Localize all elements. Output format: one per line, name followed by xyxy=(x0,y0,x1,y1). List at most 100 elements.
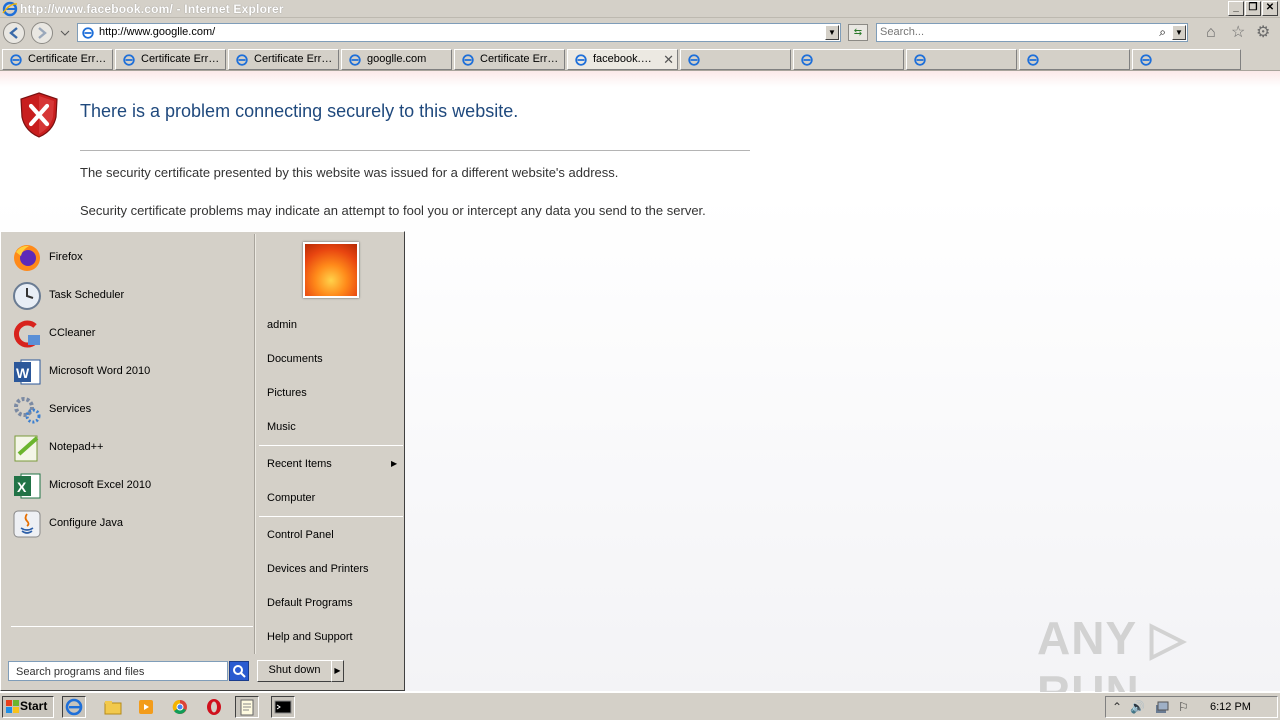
place-pictures[interactable]: Pictures xyxy=(267,387,307,399)
show-hidden-icons-icon[interactable]: ⌃ xyxy=(1112,700,1122,714)
tab-certificate-error-1[interactable]: Certificate Err… xyxy=(2,49,113,70)
opera-icon xyxy=(207,699,221,715)
network-icon[interactable] xyxy=(1154,700,1170,716)
ie-tab-icon xyxy=(914,54,926,66)
start-search-button[interactable] xyxy=(229,661,249,681)
place-user[interactable]: admin xyxy=(267,319,297,331)
program-configure-java[interactable]: Configure Java xyxy=(9,506,249,542)
tab-facebook[interactable]: facebook.… ✕ xyxy=(567,49,678,70)
ie-tab-icon xyxy=(462,54,474,66)
taskbar-media-player[interactable] xyxy=(134,696,158,718)
tab-label: Certificate Err… xyxy=(28,53,107,65)
taskbar-notepad[interactable] xyxy=(235,696,259,718)
minimize-button[interactable]: _ xyxy=(1228,1,1244,16)
page-title: There is a problem connecting securely t… xyxy=(80,101,519,121)
close-button[interactable]: ✕ xyxy=(1262,1,1278,16)
tab-blank-1[interactable] xyxy=(680,49,791,70)
address-input[interactable]: http://www.googlle.com/ ▼ xyxy=(77,23,841,42)
folder-icon xyxy=(104,701,122,715)
program-word[interactable]: W Microsoft Word 2010 xyxy=(9,354,249,390)
search-dropdown-button[interactable]: ▼ xyxy=(1172,25,1186,40)
place-help-support[interactable]: Help and Support xyxy=(267,631,353,643)
word-icon: W xyxy=(14,359,41,385)
place-recent-items[interactable]: Recent Items xyxy=(267,458,332,470)
program-notepadpp[interactable]: Notepad++ xyxy=(9,430,249,466)
place-documents[interactable]: Documents xyxy=(267,353,323,365)
place-computer[interactable]: Computer xyxy=(267,492,315,504)
restore-button[interactable]: ❐ xyxy=(1245,1,1261,16)
search-input[interactable] xyxy=(880,26,1150,38)
program-ccleaner[interactable]: CCleaner xyxy=(9,316,249,352)
favorites-icon[interactable]: ☆ xyxy=(1231,25,1245,41)
taskbar-cmd[interactable] xyxy=(271,696,295,718)
ie-tab-icon xyxy=(236,54,248,66)
history-dropdown-icon[interactable] xyxy=(60,30,70,36)
start-menu-separator xyxy=(254,234,256,654)
address-dropdown-button[interactable]: ▼ xyxy=(825,25,839,40)
back-button[interactable] xyxy=(3,22,25,44)
taskbar-ie[interactable] xyxy=(62,696,86,718)
program-excel[interactable]: X Microsoft Excel 2010 xyxy=(9,468,249,504)
search-icon xyxy=(233,665,246,678)
error-paragraph-1: The security certificate presented by th… xyxy=(80,165,619,180)
gears-icon xyxy=(14,397,41,424)
search-box[interactable]: ⌕ ▼ xyxy=(876,23,1188,42)
compat-refresh-button[interactable]: ⇆ xyxy=(848,24,868,41)
ie-tab-icon xyxy=(575,54,587,66)
ie-tab-icon xyxy=(10,54,22,66)
place-control-panel[interactable]: Control Panel xyxy=(267,529,334,541)
submenu-arrow-icon: ▶ xyxy=(391,459,398,468)
places-divider xyxy=(259,445,403,446)
tab-certificate-error-3[interactable]: Certificate Err… xyxy=(228,49,339,70)
svg-text:W: W xyxy=(16,365,30,381)
forward-button[interactable] xyxy=(31,22,53,44)
chrome-icon xyxy=(172,699,187,714)
notepad-icon xyxy=(240,699,254,716)
gear-icon[interactable]: ⚙ xyxy=(1256,25,1270,41)
user-avatar[interactable] xyxy=(303,242,359,298)
tab-certificate-error-4[interactable]: Certificate Err… xyxy=(454,49,565,70)
volume-icon[interactable]: 🔊 xyxy=(1130,700,1145,714)
tab-label: googlle.com xyxy=(367,53,427,65)
action-center-flag-icon[interactable]: ⚐ xyxy=(1178,700,1189,714)
clock[interactable]: 6:12 PM xyxy=(1210,701,1251,713)
tab-close-icon[interactable]: ✕ xyxy=(663,50,674,69)
tab-blank-5[interactable] xyxy=(1132,49,1241,70)
tab-certificate-error-2[interactable]: Certificate Err… xyxy=(115,49,226,70)
place-music[interactable]: Music xyxy=(267,421,296,433)
shutdown-options-button[interactable]: ▶ xyxy=(331,660,344,682)
ie-tab-icon xyxy=(1027,54,1039,66)
error-banner-fade xyxy=(0,71,1280,87)
ie-tab-icon xyxy=(349,54,361,66)
program-label: Firefox xyxy=(49,251,83,263)
arrow-right-icon xyxy=(38,27,47,39)
program-services[interactable]: Services xyxy=(9,392,249,428)
title-divider xyxy=(80,150,750,151)
taskbar-opera[interactable] xyxy=(202,696,226,718)
tab-googlle[interactable]: googlle.com xyxy=(341,49,452,70)
shutdown-button[interactable]: Shut down xyxy=(257,660,332,682)
program-firefox[interactable]: Firefox xyxy=(9,240,249,276)
start-button[interactable]: Start xyxy=(2,696,54,718)
tab-label: Certificate Err… xyxy=(141,53,220,65)
windows-flag-icon xyxy=(6,700,19,713)
search-icon[interactable]: ⌕ xyxy=(1159,25,1166,40)
firefox-icon xyxy=(14,245,40,271)
tab-blank-2[interactable] xyxy=(793,49,904,70)
system-tray: ⌃ 🔊 ⚐ 6:12 PM xyxy=(1105,696,1278,718)
taskbar-explorer[interactable] xyxy=(101,696,125,718)
place-devices-printers[interactable]: Devices and Printers xyxy=(267,563,369,575)
start-search-placeholder: Search programs and files xyxy=(16,666,145,678)
start-search-input[interactable]: Search programs and files xyxy=(8,661,228,681)
taskbar: Start ⌃ 🔊 ⚐ 6:12 PM xyxy=(0,692,1280,720)
window-titlebar: http://www.facebook.com/ - Internet Expl… xyxy=(0,0,1280,18)
ie-tab-icon xyxy=(801,54,813,66)
tab-blank-4[interactable] xyxy=(1019,49,1130,70)
home-icon[interactable]: ⌂ xyxy=(1206,25,1216,41)
tab-label: Certificate Err… xyxy=(254,53,333,65)
taskbar-chrome[interactable] xyxy=(168,696,192,718)
tab-blank-3[interactable] xyxy=(906,49,1017,70)
program-task-scheduler[interactable]: Task Scheduler xyxy=(9,278,249,314)
place-default-programs[interactable]: Default Programs xyxy=(267,597,353,609)
arrow-left-icon xyxy=(9,27,18,39)
